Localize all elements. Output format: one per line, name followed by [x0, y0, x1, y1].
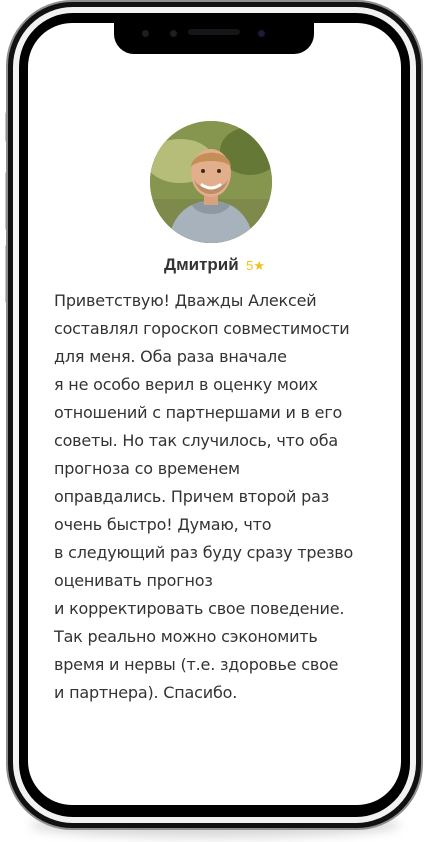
- review-line: Так реально можно сэкономить: [54, 627, 318, 646]
- sensor-dot: [170, 30, 177, 37]
- review-line: прогноза со временем: [54, 459, 240, 478]
- front-camera: [258, 30, 265, 37]
- review-text: Приветствую! Дважды Алексей составлял го…: [54, 287, 384, 707]
- user-photo-icon: [150, 121, 272, 243]
- review-line: для меня. Оба раза вначале: [54, 347, 287, 366]
- earpiece-speaker: [188, 29, 240, 35]
- review-line: очень быстро! Думаю, что: [54, 515, 272, 534]
- star-icon: ★: [253, 258, 266, 273]
- review-line: и корректировать свое поведение.: [54, 599, 345, 618]
- phone-notch: [114, 22, 314, 54]
- review-line: я не особо верил в оценку моих: [54, 375, 318, 394]
- review-line: советы. Но так случилось, что оба: [54, 431, 339, 450]
- reviewer-avatar: [150, 121, 272, 243]
- reviewer-name: Дмитрий: [163, 255, 239, 274]
- review-line: Приветствую! Дважды Алексей: [54, 291, 317, 310]
- review-line: и партнера). Спасибо.: [54, 683, 238, 702]
- review-line: составлял гороскоп совместимости: [54, 319, 350, 338]
- review-line: время и нервы (т.е. здоровье свое: [54, 655, 339, 674]
- phone-screen: Дмитрий 5★ Приветствую! Дважды Алексей с…: [28, 23, 401, 805]
- review-line: оценивать прогноз: [54, 571, 213, 590]
- review-line: в следующий раз буду сразу трезво: [54, 543, 354, 562]
- review-line: оправдались. Причем второй раз: [54, 487, 330, 506]
- reviewer-header: Дмитрий 5★: [28, 255, 401, 275]
- sensor-dot: [142, 30, 149, 37]
- reviewer-rating: 5★: [246, 258, 265, 273]
- review-line: отношений с партнершами и в его: [54, 403, 343, 422]
